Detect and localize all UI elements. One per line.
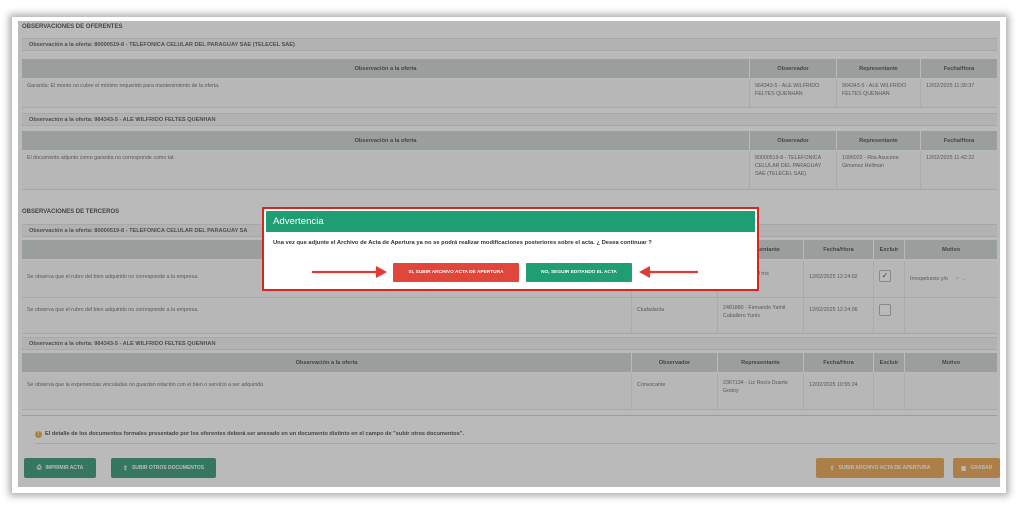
dialog-title: Advertencia (266, 211, 755, 232)
arrow-right-icon (312, 266, 387, 278)
continue-editing-button[interactable]: NO, SEGUIR EDITANDO EL ACTA (526, 263, 632, 282)
warning-dialog: Advertencia Una vez que adjunte el Archi… (262, 207, 759, 291)
confirm-upload-button[interactable]: SI, SUBIR ARCHIVO ACTA DE APERTURA (393, 263, 519, 282)
dialog-message: Una vez que adjunte el Archivo de Acta d… (273, 240, 652, 246)
arrow-left-icon (639, 266, 698, 278)
